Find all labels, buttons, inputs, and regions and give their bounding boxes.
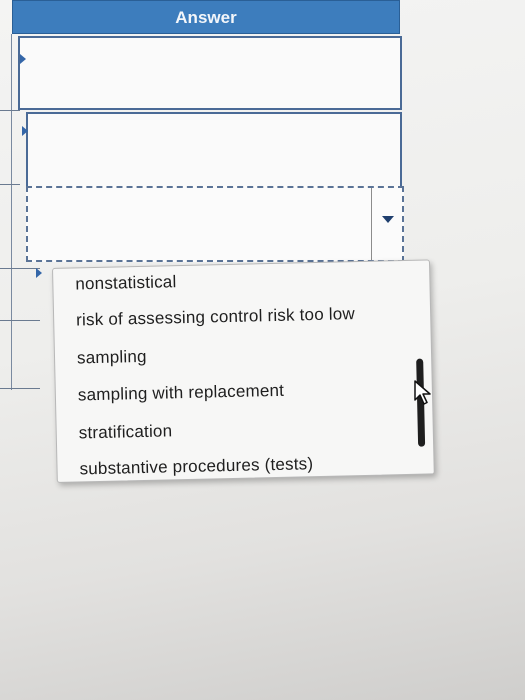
dropdown-list[interactable]: nonstatistical risk of assessing control… [52, 259, 435, 483]
mouse-pointer-icon [414, 380, 432, 411]
dropdown-option[interactable]: risk of assessing control risk too low [76, 304, 355, 330]
dropdown-option[interactable]: sampling with replacement [78, 381, 285, 406]
row-divider [0, 268, 40, 269]
select-divider [371, 188, 372, 260]
row-divider [0, 320, 40, 321]
row-marker-icon [22, 126, 28, 136]
left-column [0, 34, 12, 390]
dropdown-option[interactable]: stratification [79, 421, 173, 443]
dropdown-option[interactable]: nonstatistical [75, 272, 177, 294]
answer-select[interactable] [26, 186, 404, 262]
row-divider [0, 110, 20, 111]
row-marker-icon [36, 268, 42, 278]
dropdown-option[interactable]: sampling [77, 347, 147, 369]
row-divider [0, 184, 20, 185]
row-divider [0, 388, 40, 389]
answer-cell-1[interactable] [18, 36, 402, 110]
row-marker-icon [20, 54, 26, 64]
answer-column-header: Answer [12, 0, 400, 34]
dropdown-option[interactable]: substantive procedures (tests) [79, 454, 313, 479]
chevron-down-icon[interactable] [382, 216, 394, 223]
